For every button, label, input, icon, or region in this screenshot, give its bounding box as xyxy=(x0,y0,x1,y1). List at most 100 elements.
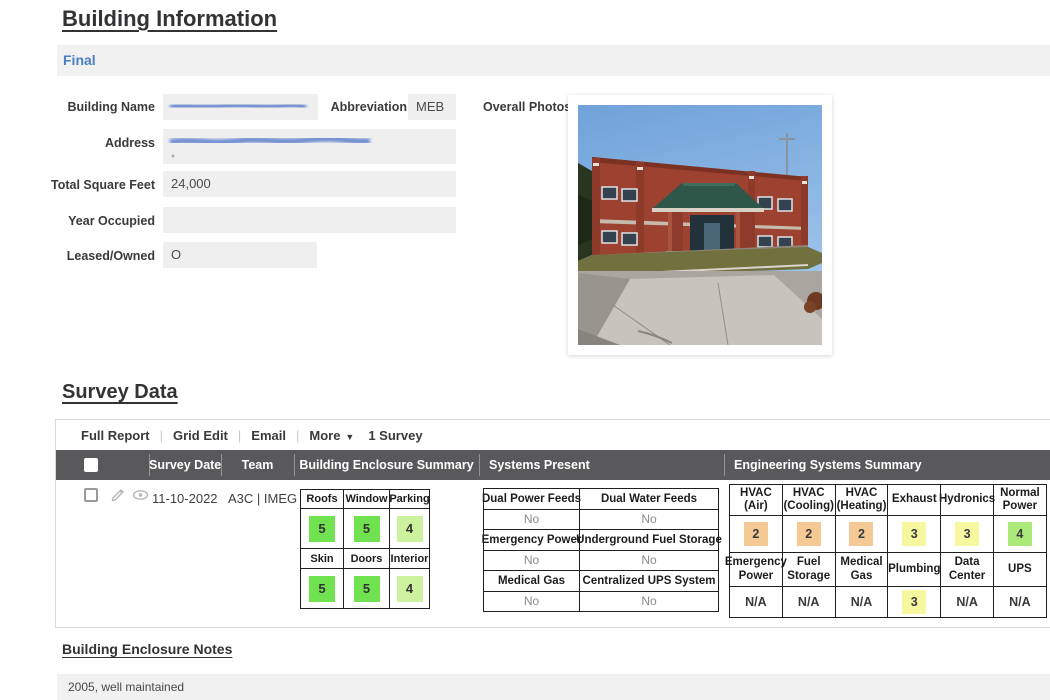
score-cell: 5 xyxy=(354,576,380,602)
toolbar-separator: | xyxy=(296,428,299,443)
survey-data-title: Survey Data xyxy=(62,381,178,404)
eng-header: Data Center xyxy=(941,553,994,587)
page-title: Building Information xyxy=(62,6,277,32)
edit-pencil-icon[interactable] xyxy=(110,487,126,503)
enclosure-notes-title[interactable]: Building Enclosure Notes xyxy=(62,641,232,657)
enclosure-header: Interior xyxy=(390,549,430,569)
survey-panel: Full Report | Grid Edit | Email | More▼ … xyxy=(55,419,1050,628)
score-cell: 4 xyxy=(397,516,423,542)
eng-header: HVAC (Heating) xyxy=(836,485,889,516)
score-cell: 5 xyxy=(309,516,335,542)
systems-present-table: Dual Power Feeds Dual Water Feeds No No … xyxy=(483,488,719,612)
system-value: No xyxy=(580,510,719,531)
survey-date-value: 11-10-2022 xyxy=(152,491,218,506)
full-report-button[interactable]: Full Report xyxy=(81,428,150,443)
total-square-feet-field[interactable]: 24,000 xyxy=(163,171,456,197)
eng-score-cell: 2 xyxy=(744,522,768,546)
eng-score-cell: 4 xyxy=(1008,522,1032,546)
eng-header: Exhaust xyxy=(888,485,941,516)
eng-header: Plumbing xyxy=(888,553,941,587)
redacted-text xyxy=(167,134,377,160)
table-header: Survey Date Team Building Enclosure Summ… xyxy=(56,450,1050,480)
engineering-summary-table: HVAC (Air) HVAC (Cooling) HVAC (Heating)… xyxy=(729,484,1047,618)
enclosure-notes-field: 2005, well maintained xyxy=(57,674,1050,700)
eng-header: UPS xyxy=(994,553,1047,587)
col-team: Team xyxy=(221,450,294,480)
building-name-field[interactable] xyxy=(163,94,318,120)
col-enclosure-summary: Building Enclosure Summary xyxy=(294,450,479,480)
address-field[interactable] xyxy=(163,129,456,164)
eng-header: Hydronics xyxy=(941,485,994,516)
survey-count: 1 Survey xyxy=(368,428,422,443)
enclosure-header: Window xyxy=(344,490,390,509)
system-header: Emergency Power xyxy=(484,530,580,551)
toolbar-separator: | xyxy=(238,428,241,443)
eng-score-cell: N/A xyxy=(848,590,876,614)
eng-score-cell: 2 xyxy=(849,522,873,546)
system-header: Medical Gas xyxy=(484,571,580,592)
eng-score-cell: N/A xyxy=(795,590,823,614)
select-all-checkbox[interactable] xyxy=(84,458,98,472)
col-systems-present: Systems Present xyxy=(489,450,590,480)
abbreviation-value: MEB xyxy=(408,94,456,114)
status-bar: Final xyxy=(57,45,1050,76)
system-value: No xyxy=(580,551,719,572)
total-square-feet-value: 24,000 xyxy=(163,171,456,191)
eng-header: HVAC (Air) xyxy=(730,485,783,516)
system-header: Dual Water Feeds xyxy=(580,489,719,510)
more-menu-button[interactable]: More ▼ xyxy=(309,428,354,443)
system-value: No xyxy=(484,592,580,613)
total-square-feet-label: Total Square Feet xyxy=(25,178,155,192)
enclosure-header: Skin xyxy=(301,549,344,569)
eng-score-cell: 3 xyxy=(902,590,926,614)
status-badge: Final xyxy=(63,52,96,68)
eng-score-cell: 3 xyxy=(955,522,979,546)
year-occupied-field[interactable] xyxy=(163,207,456,233)
eng-header: Emergency Power xyxy=(730,553,783,587)
row-checkbox[interactable] xyxy=(84,488,98,502)
grid-edit-button[interactable]: Grid Edit xyxy=(173,428,228,443)
score-cell: 5 xyxy=(309,576,335,602)
score-cell: 5 xyxy=(354,516,380,542)
building-photo-image xyxy=(578,105,822,345)
col-engineering-summary: Engineering Systems Summary xyxy=(734,450,922,480)
eng-header: Normal Power xyxy=(994,485,1047,516)
eng-score-cell: 3 xyxy=(902,522,926,546)
enclosure-summary-table: Roofs Window Parking 5 5 4 Skin Doors In… xyxy=(300,489,430,609)
email-button[interactable]: Email xyxy=(251,428,286,443)
leased-owned-label: Leased/Owned xyxy=(25,249,155,263)
page: Building Information Final Building Name… xyxy=(0,0,1050,700)
building-photo[interactable] xyxy=(568,95,832,355)
eng-header: Fuel Storage xyxy=(783,553,836,587)
year-occupied-value xyxy=(163,207,456,212)
system-value: No xyxy=(580,592,719,613)
system-value: No xyxy=(484,551,580,572)
col-survey-date: Survey Date xyxy=(149,450,221,480)
view-eye-icon[interactable] xyxy=(132,487,149,503)
abbreviation-field[interactable]: MEB xyxy=(408,94,456,120)
eng-score-cell: N/A xyxy=(1006,590,1034,614)
system-header: Centralized UPS System xyxy=(580,571,719,592)
more-label: More xyxy=(309,428,340,443)
year-occupied-label: Year Occupied xyxy=(25,214,155,228)
address-label: Address xyxy=(25,136,155,150)
redacted-text xyxy=(167,99,309,114)
chevron-down-icon: ▼ xyxy=(345,432,354,442)
system-value: No xyxy=(484,510,580,531)
leased-owned-field[interactable]: O xyxy=(163,242,317,268)
survey-toolbar: Full Report | Grid Edit | Email | More▼ … xyxy=(56,420,1050,450)
score-cell: 4 xyxy=(397,576,423,602)
enclosure-header: Parking xyxy=(390,490,430,509)
eng-score-cell: 2 xyxy=(797,522,821,546)
enclosure-header: Roofs xyxy=(301,490,344,509)
enclosure-header: Doors xyxy=(344,549,390,569)
eng-score-cell: N/A xyxy=(742,590,770,614)
eng-header: HVAC (Cooling) xyxy=(783,485,836,516)
system-header: Underground Fuel Storage xyxy=(580,530,719,551)
building-name-label: Building Name xyxy=(25,100,155,114)
leased-owned-value: O xyxy=(163,242,317,262)
toolbar-separator: | xyxy=(160,428,163,443)
overall-photos-label: Overall Photos xyxy=(483,100,571,114)
eng-header: Medical Gas xyxy=(836,553,889,587)
system-header: Dual Power Feeds xyxy=(484,489,580,510)
